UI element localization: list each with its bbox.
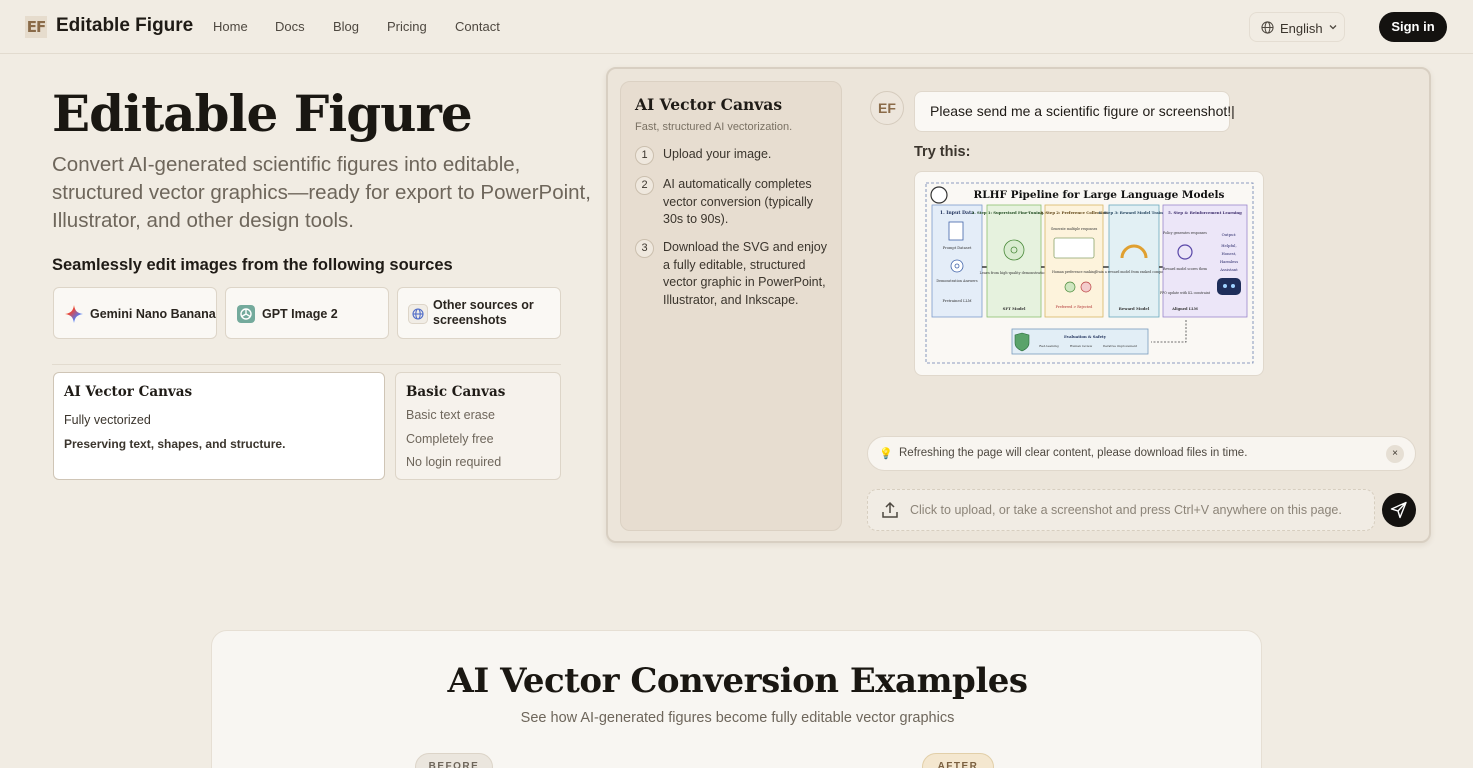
network-icon (950, 259, 964, 273)
notice-text: Refreshing the page will clear content, … (899, 447, 1248, 459)
chevron-down-icon (1329, 25, 1337, 30)
sign-in-button[interactable]: Sign in (1379, 12, 1447, 42)
mode-feature: Completely free (406, 432, 494, 446)
refresh-notice: 💡 Refreshing the page will clear content… (867, 436, 1416, 471)
step-text: Upload your image. (663, 147, 772, 161)
before-badge: BEFORE (415, 753, 493, 768)
sample-box-line: Generate multiple responses (1051, 227, 1098, 231)
gemini-sparkle-icon (65, 305, 83, 323)
nav-pricing[interactable]: Pricing (387, 19, 427, 34)
output-line: Honest, (1222, 251, 1237, 256)
sample-box-title: 4. Step 3: Reward Model Training (1098, 210, 1170, 215)
mode-feature: Basic text erase (406, 408, 495, 422)
output-line: Output: (1222, 232, 1237, 237)
mode-title: AI Vector Canvas (64, 384, 193, 400)
eval-title: Evaluation & Safety (1064, 334, 1107, 339)
upload-icon (882, 501, 898, 518)
try-label: Try this: (914, 144, 971, 160)
upload-dropzone[interactable]: Click to upload, or take a screenshot an… (867, 489, 1375, 531)
sidebar-subtitle: Fast, structured AI vectorization. (635, 121, 793, 133)
sample-box-line: Reward Model (1119, 306, 1150, 311)
source-card-gemini[interactable]: Gemini Nano Banana (53, 287, 217, 339)
sample-box-line: Policy generates responses (1163, 231, 1207, 235)
language-select[interactable]: English (1249, 12, 1345, 42)
robot-icon (1217, 278, 1241, 295)
sample-box-title: 5. Step 4: Reinforcement Learning (1168, 210, 1242, 215)
hero-subtitle: Convert AI-generated scientific figures … (52, 153, 591, 232)
sample-box-line: Preferred > Rejected (1056, 305, 1093, 309)
radio-circle-icon (930, 186, 948, 204)
examples-section: AI Vector Conversion Examples See how AI… (211, 630, 1262, 768)
lightbulb-icon: 💡 (879, 448, 893, 460)
sample-box-title: 1. Input Data (940, 210, 974, 216)
neural-net-icon (1003, 239, 1025, 261)
sample-figure-thumbnail[interactable]: RLHF Pipeline for Large Language Models … (914, 171, 1264, 376)
openai-icon (237, 305, 255, 323)
step-text: AI automatically completes vector conver… (663, 177, 814, 226)
feedback-arrow (1151, 320, 1187, 343)
brand-name[interactable]: Editable Figure (56, 15, 193, 37)
sample-box-line: Reward model scores them (1163, 267, 1207, 271)
source-card-gpt[interactable]: GPT Image 2 (225, 287, 389, 339)
step-number: 1 (635, 146, 654, 165)
source-label: Other sources or screenshots (433, 298, 534, 327)
mode-feature: Fully vectorized (64, 413, 151, 427)
output-line: Helpful, (1221, 243, 1236, 248)
step-number: 2 (635, 176, 654, 195)
sample-box-line: Learn from high-quality demonstrations (980, 271, 1049, 275)
nav-home[interactable]: Home (213, 19, 248, 34)
document-icon (948, 221, 964, 241)
chat-icon (1053, 237, 1095, 259)
sample-box-line: Aligned LLM (1171, 307, 1198, 311)
mode-feature: No login required (406, 455, 502, 469)
nav-contact[interactable]: Contact (455, 19, 500, 34)
step-text: Download the SVG and enjoy a fully edita… (663, 240, 827, 307)
sample-box-line: Pretrained LLM (942, 299, 971, 303)
globe-icon (1261, 21, 1274, 34)
step-number: 3 (635, 239, 654, 258)
source-label: GPT Image 2 (262, 307, 338, 321)
examples-subtitle: See how AI-generated figures become full… (520, 710, 955, 726)
nav-blog[interactable]: Blog (333, 19, 359, 34)
page-title: Editable Figure (52, 84, 473, 143)
sample-figure: RLHF Pipeline for Large Language Models … (925, 182, 1254, 364)
globe-icon (408, 304, 428, 324)
send-button[interactable] (1382, 493, 1416, 527)
output-line: Harmless (1220, 259, 1238, 264)
sample-box-line: PPO update with KL constraint (1160, 291, 1211, 295)
assistant-message: Please send me a scientific figure or sc… (914, 91, 1235, 132)
output-line: Assistant (1219, 267, 1238, 272)
upload-placeholder: Click to upload, or take a screenshot an… (910, 503, 1342, 517)
divider (52, 364, 561, 365)
after-badge: AFTER (922, 753, 994, 768)
send-icon (1390, 501, 1407, 519)
mode-feature: Preserving text, shapes, and structure. (64, 437, 286, 451)
nav-docs[interactable]: Docs (275, 19, 305, 34)
demo-panel: AI Vector Canvas Fast, structured AI vec… (606, 67, 1431, 543)
sample-box-line: Demonstration Answers (936, 279, 978, 283)
sources-heading: Seamlessly edit images from the followin… (52, 256, 453, 274)
examples-title: AI Vector Conversion Examples (447, 661, 1028, 701)
eval-item: Red-teaming (1039, 344, 1058, 348)
mode-card-basic[interactable]: Basic Canvas Basic text erase Completely… (395, 372, 561, 480)
source-card-other[interactable]: Other sources or screenshots (397, 287, 561, 339)
sample-figure-title: RLHF Pipeline for Large Language Models (974, 189, 1225, 201)
instructions-sidebar: AI Vector Canvas Fast, structured AI vec… (620, 81, 842, 531)
mode-title: Basic Canvas (406, 384, 506, 400)
shield-icon (1014, 332, 1030, 352)
close-icon[interactable]: × (1386, 445, 1404, 463)
mode-card-ai-vector[interactable]: AI Vector Canvas Fully vectorized Preser… (53, 372, 385, 480)
assistant-avatar: EF (870, 91, 904, 125)
language-label: English (1280, 21, 1323, 36)
logo-icon[interactable]: EF (25, 16, 47, 38)
sidebar-title: AI Vector Canvas (635, 95, 783, 114)
eval-item: Iterative improvement (1103, 344, 1138, 348)
sample-box-line: Train a reward model from ranked compari… (1095, 270, 1173, 274)
eval-item: Human review (1070, 344, 1093, 348)
sample-box-line: SFT Model (1003, 306, 1026, 311)
sample-box-line: Prompt Dataset (943, 246, 972, 250)
top-nav: EF Editable Figure Home Docs Blog Pricin… (0, 0, 1473, 54)
source-label: Gemini Nano Banana (90, 307, 216, 321)
sample-box-line: Human preference ranking (1052, 270, 1096, 274)
